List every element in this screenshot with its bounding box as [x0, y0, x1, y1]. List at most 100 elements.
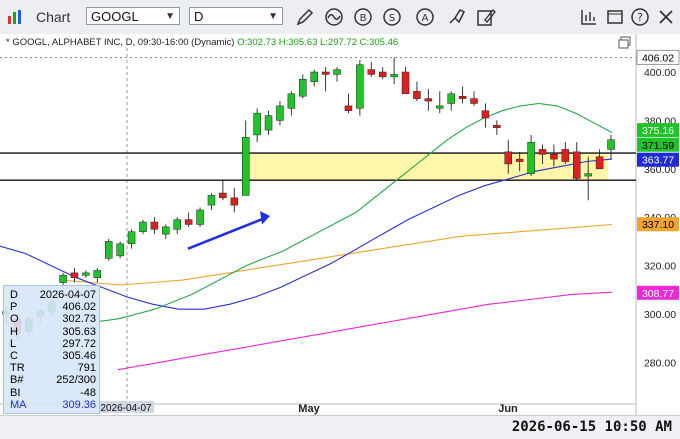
- data-window-value: -48: [80, 386, 96, 399]
- candle-body: [413, 91, 421, 99]
- candle-body: [116, 243, 124, 257]
- date-tick-label: May: [298, 403, 320, 415]
- candle-body: [344, 105, 353, 111]
- candle-body: [82, 272, 90, 276]
- candle-body: [550, 154, 558, 160]
- price-tick-label: 300.00: [644, 309, 676, 321]
- data-window-value: 305.63: [62, 325, 96, 338]
- candle-body: [93, 270, 102, 278]
- data-window-row: B# 252/300: [10, 374, 96, 387]
- restore-pane-icon[interactable]: [618, 36, 632, 50]
- data-window-row: BI -48: [10, 387, 96, 400]
- candle-body: [150, 221, 159, 230]
- candle-body: [310, 71, 318, 82]
- data-window-row: TR 791: [10, 362, 96, 375]
- data-window-value: 297.72: [62, 337, 96, 350]
- candle-body: [162, 226, 170, 235]
- s-circle-icon[interactable]: S: [381, 6, 403, 28]
- toolbar: Chart GOOGL ▼ D ▼ B S A ?: [0, 0, 680, 35]
- data-window-row: H 305.63: [10, 326, 96, 339]
- price-label-green_2: 371.59: [642, 140, 674, 152]
- svg-text:?: ?: [637, 11, 643, 24]
- candle-body: [538, 149, 547, 155]
- candle-body: [139, 221, 147, 232]
- pencil-icon[interactable]: [294, 6, 316, 28]
- candle-body: [584, 173, 592, 177]
- candle-body: [333, 69, 341, 75]
- data-window-key: H: [10, 325, 18, 338]
- data-window-value: 252/300: [56, 374, 96, 387]
- data-window-key: O: [10, 313, 19, 326]
- app-title: Chart: [36, 9, 71, 25]
- candle-body: [241, 137, 250, 196]
- symbol-input[interactable]: GOOGL ▼: [86, 7, 180, 25]
- svg-text:A: A: [422, 13, 429, 24]
- price-tick-label: 400.00: [644, 67, 676, 79]
- candle-body: [573, 151, 581, 179]
- chevron-down-icon[interactable]: ▼: [165, 8, 175, 26]
- candle-body: [264, 115, 273, 131]
- b-circle-icon[interactable]: B: [352, 6, 374, 28]
- candle-body: [481, 110, 490, 119]
- price-label-blue: 363.77: [642, 155, 674, 167]
- help-icon[interactable]: ?: [629, 6, 651, 28]
- price-tick-label: 280.00: [644, 357, 676, 369]
- candle-body: [515, 158, 524, 162]
- data-window-row: MA 309.36: [10, 399, 96, 412]
- drawing-tools-icon[interactable]: [446, 6, 468, 28]
- status-bar: 2026-06-15 10:50 AM: [0, 415, 680, 439]
- data-window-row: O 302.73: [10, 313, 96, 326]
- current-datetime: 2026-06-15 10:50 AM: [511, 419, 672, 435]
- data-window-value: 2026-04-07: [39, 289, 96, 301]
- close-icon[interactable]: [655, 6, 677, 28]
- wave-icon[interactable]: [323, 6, 345, 28]
- trend-arrow-head: [260, 211, 270, 225]
- price-tick-label: 320.00: [644, 261, 676, 273]
- candle-body: [70, 272, 79, 278]
- data-window-row: C 305.46: [10, 350, 96, 363]
- chart-header: * GOOGL, ALPHABET INC, D, 09:30-16:00 (D…: [6, 37, 398, 48]
- candle-body: [367, 69, 376, 75]
- chart-area[interactable]: * GOOGL, ALPHABET INC, D, 09:30-16:00 (D…: [0, 34, 680, 438]
- ma-green-line: [99, 102, 613, 322]
- candle-body: [493, 124, 501, 128]
- candle-body: [299, 79, 307, 97]
- window-icon[interactable]: [604, 6, 626, 28]
- price-chart[interactable]: * GOOGL, ALPHABET INC, D, 09:30-16:00 (D…: [0, 34, 680, 415]
- edit-note-icon[interactable]: [475, 6, 497, 28]
- ohlc-values: O:302.73 H:305.63 L:297.72 C:305.46: [237, 37, 398, 48]
- candle-body: [230, 197, 239, 206]
- candle-body: [527, 141, 535, 174]
- data-window-key: TR: [10, 362, 25, 375]
- candle-body: [127, 231, 136, 245]
- interval-select[interactable]: D ▼: [189, 7, 283, 25]
- cursor-date-label: 2026-04-07: [100, 403, 152, 414]
- data-window-key: D: [10, 289, 18, 301]
- candle-body: [436, 105, 444, 109]
- chart-app-icon: [8, 10, 21, 24]
- calendar-icon[interactable]: [578, 6, 600, 28]
- candle-body: [504, 151, 513, 165]
- candle-body: [219, 192, 227, 199]
- interval-value: D: [194, 9, 204, 24]
- chevron-down-icon[interactable]: ▼: [268, 8, 278, 26]
- data-window-key: C: [10, 350, 18, 362]
- data-window-row: L 297.72: [10, 338, 96, 351]
- candle-body: [561, 149, 570, 162]
- data-window-key: BI: [10, 386, 21, 399]
- data-window-key: B#: [10, 374, 24, 387]
- price-label-magenta: 308.77: [642, 288, 674, 300]
- data-window-value: 302.73: [62, 313, 96, 326]
- candle-body: [356, 64, 364, 109]
- data-window-value: 309.36: [62, 398, 96, 411]
- candle-body: [59, 275, 67, 283]
- candle-body: [424, 98, 433, 102]
- candle-body: [173, 219, 181, 230]
- candle-body: [104, 241, 113, 259]
- a-circle-icon[interactable]: A: [414, 6, 436, 28]
- candle-body: [390, 74, 398, 78]
- data-window-value: 305.46: [62, 350, 96, 362]
- candle-body: [321, 71, 330, 75]
- data-window-value: 406.02: [62, 301, 96, 314]
- price-label-last_high: 406.02: [642, 52, 674, 64]
